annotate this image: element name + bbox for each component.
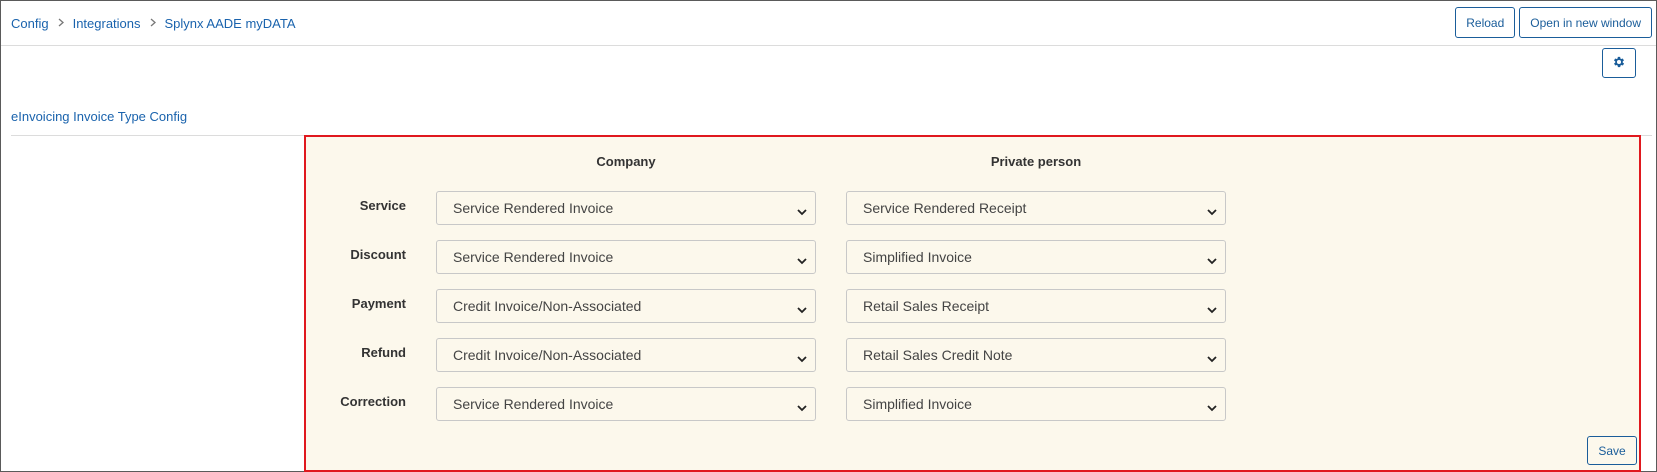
refund-company-select[interactable]: Credit Invoice/Non-Associated	[436, 338, 816, 372]
chevron-down-icon	[797, 301, 807, 317]
chevron-down-icon	[797, 203, 807, 219]
row-label-service: Service	[359, 198, 406, 213]
row-label-correction: Correction	[340, 394, 406, 409]
section-title: eInvoicing Invoice Type Config	[11, 109, 188, 124]
breadcrumb-integrations[interactable]: Integrations	[73, 16, 141, 31]
open-new-window-button[interactable]: Open in new window	[1519, 7, 1652, 38]
payment-company-select[interactable]: Credit Invoice/Non-Associated	[436, 289, 816, 323]
chevron-right-icon	[150, 18, 156, 30]
breadcrumb: Config Integrations Splynx AADE myDATA	[11, 16, 296, 31]
service-company-select[interactable]: Service Rendered Invoice	[436, 191, 816, 225]
select-value: Service Rendered Receipt	[863, 200, 1027, 216]
row-label-refund: Refund	[361, 345, 406, 360]
row-label-discount: Discount	[350, 247, 406, 262]
chevron-down-icon	[797, 399, 807, 415]
select-value: Credit Invoice/Non-Associated	[453, 347, 642, 363]
app-frame: Config Integrations Splynx AADE myDATA R…	[0, 0, 1657, 472]
breadcrumb-current[interactable]: Splynx AADE myDATA	[165, 16, 296, 31]
service-private-select[interactable]: Service Rendered Receipt	[846, 191, 1226, 225]
select-value: Credit Invoice/Non-Associated	[453, 298, 642, 314]
top-bar: Config Integrations Splynx AADE myDATA R…	[1, 1, 1656, 46]
select-value: Simplified Invoice	[863, 249, 972, 265]
chevron-down-icon	[1207, 203, 1217, 219]
discount-private-select[interactable]: Simplified Invoice	[846, 240, 1226, 274]
chevron-down-icon	[797, 252, 807, 268]
breadcrumb-config[interactable]: Config	[11, 16, 49, 31]
reload-button[interactable]: Reload	[1455, 7, 1516, 38]
settings-button[interactable]	[1602, 48, 1636, 78]
select-value: Service Rendered Invoice	[453, 200, 614, 216]
chevron-down-icon	[1207, 350, 1217, 366]
column-header-company: Company	[596, 154, 656, 169]
select-value: Service Rendered Invoice	[453, 249, 614, 265]
select-value: Simplified Invoice	[863, 396, 972, 412]
correction-company-select[interactable]: Service Rendered Invoice	[436, 387, 816, 421]
column-header-private-person: Private person	[990, 154, 1082, 169]
select-value: Service Rendered Invoice	[453, 396, 614, 412]
discount-company-select[interactable]: Service Rendered Invoice	[436, 240, 816, 274]
select-value: Retail Sales Credit Note	[863, 347, 1013, 363]
top-actions: Reload Open in new window	[1455, 7, 1652, 38]
chevron-down-icon	[1207, 252, 1217, 268]
correction-private-select[interactable]: Simplified Invoice	[846, 387, 1226, 421]
chevron-down-icon	[1207, 399, 1217, 415]
refund-private-select[interactable]: Retail Sales Credit Note	[846, 338, 1226, 372]
chevron-down-icon	[797, 350, 807, 366]
row-label-payment: Payment	[351, 296, 406, 311]
payment-private-select[interactable]: Retail Sales Receipt	[846, 289, 1226, 323]
gear-icon	[1612, 55, 1626, 72]
invoice-type-config-panel: Company Private person Service Service R…	[304, 135, 1641, 472]
chevron-down-icon	[1207, 301, 1217, 317]
select-value: Retail Sales Receipt	[863, 298, 990, 314]
save-button[interactable]: Save	[1587, 436, 1637, 465]
chevron-right-icon	[58, 18, 64, 30]
